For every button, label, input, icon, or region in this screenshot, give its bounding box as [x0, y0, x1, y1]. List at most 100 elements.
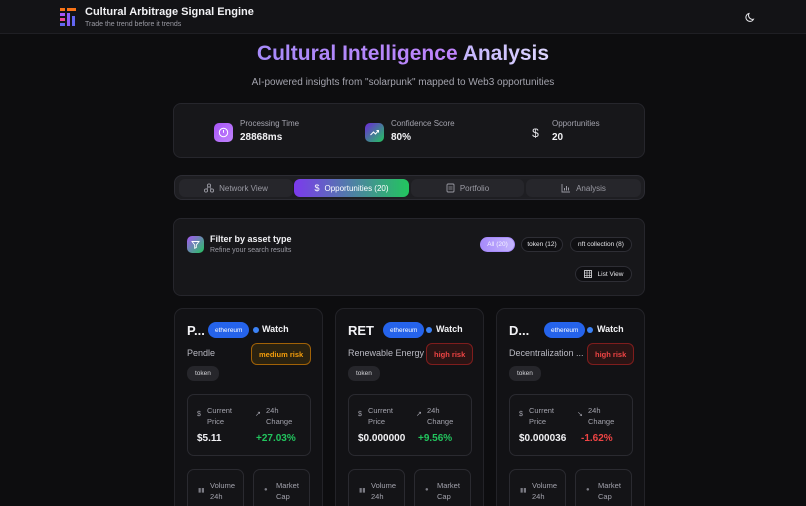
page-title: Cultural Intelligence Analysis: [0, 42, 806, 66]
trending-up-icon: [365, 123, 384, 142]
network-icon: [204, 183, 215, 193]
risk-badge: high risk: [587, 343, 635, 365]
market-cap-label: Market Cap: [598, 481, 621, 501]
type-badge: token: [509, 366, 541, 381]
market-cap-icon: ●: [425, 487, 429, 493]
app-subtitle: Trade the trend before it trends: [85, 21, 182, 28]
watch-dot-icon: [253, 327, 259, 333]
chain-badge: ethereum: [544, 322, 586, 338]
stat-value: 80%: [391, 132, 412, 143]
trending-up-icon: ↗: [416, 411, 422, 418]
current-price-label: Current Price: [529, 406, 555, 426]
watch-button[interactable]: Watch: [262, 324, 289, 334]
market-cap-box: ● Market Cap: [253, 469, 310, 506]
app-title: Cultural Arbitrage Signal Engine: [85, 6, 254, 18]
market-cap-label: Market Cap: [437, 481, 460, 501]
risk-badge: high risk: [426, 343, 474, 365]
card-symbol: D...: [509, 323, 530, 338]
bar-chart-icon: [561, 184, 571, 193]
trending-up-icon: ↗: [255, 411, 261, 418]
volume-box: ▮▮ Volume 24h: [509, 469, 566, 506]
card-name: Renewable Energy ...: [348, 348, 435, 358]
tab-opportunities[interactable]: $ Opportunities (20): [294, 179, 409, 197]
market-cap-box: ● Market Cap: [414, 469, 471, 506]
stat-value: 20: [552, 132, 564, 143]
title-part-1: Cultural Intelligence: [256, 42, 458, 65]
current-price-label: Current Price: [207, 406, 233, 426]
title-part-2: Analysis: [462, 42, 550, 65]
tab-label: Opportunities (20): [324, 183, 389, 193]
filter-title: Filter by asset type: [210, 234, 292, 244]
tab-network-view[interactable]: Network View: [179, 179, 293, 197]
filter-icon: [187, 236, 204, 253]
volume-box: ▮▮ Volume 24h: [348, 469, 405, 506]
change-value: +27.03%: [256, 433, 296, 444]
tab-label: Portfolio: [459, 183, 490, 193]
watch-button[interactable]: Watch: [436, 324, 463, 334]
opportunity-card[interactable]: D... ethereum Watch Decentralization ...…: [496, 308, 645, 506]
opportunity-card[interactable]: RET ethereum Watch Renewable Energy ... …: [335, 308, 484, 506]
volume-icon: ▮▮: [520, 488, 527, 494]
list-view-label: List View: [597, 270, 624, 278]
market-cap-box: ● Market Cap: [575, 469, 632, 506]
change-value: -1.62%: [581, 433, 613, 444]
card-name: Pendle: [187, 348, 216, 358]
top-bar: Cultural Arbitrage Signal Engine Trade t…: [0, 0, 806, 34]
dollar-icon: $: [314, 183, 320, 193]
watch-dot-icon: [426, 327, 432, 333]
type-badge: token: [348, 366, 380, 381]
filter-subtitle: Refine your search results: [210, 247, 292, 254]
stat-label: Confidence Score: [391, 119, 455, 128]
trending-down-icon: ↘: [577, 411, 583, 418]
dollar-icon: $: [197, 411, 201, 418]
change-value: +9.56%: [418, 433, 453, 444]
stat-label: Processing Time: [240, 119, 300, 128]
opportunity-card[interactable]: P... ethereum Watch Pendle medium risk t…: [174, 308, 323, 506]
volume-label: Volume 24h: [532, 481, 558, 501]
chain-badge: ethereum: [383, 322, 425, 338]
card-name: Decentralization ...: [509, 348, 584, 358]
filter-chip-nft-collection[interactable]: nft collection (8): [570, 237, 632, 252]
current-price: $5.11: [197, 433, 222, 444]
stat-label: Opportunities: [552, 119, 600, 128]
dollar-icon: $: [519, 411, 523, 418]
current-price: $0.000036: [519, 433, 567, 444]
dollar-icon: $: [532, 125, 539, 140]
card-symbol: RET: [348, 323, 374, 338]
price-box: $ Current Price ↘ 24h Change $0.000036 -1.…: [509, 394, 633, 456]
market-cap-icon: ●: [264, 487, 268, 493]
clock-icon: [214, 123, 233, 142]
watch-dot-icon: [587, 327, 593, 333]
filter-panel: Filter by asset type Refine your search …: [173, 218, 645, 296]
volume-box: ▮▮ Volume 24h: [187, 469, 244, 506]
volume-label: Volume 24h: [210, 481, 236, 501]
market-cap-label: Market Cap: [276, 481, 299, 501]
list-view-button[interactable]: List View: [575, 266, 632, 282]
price-box: $ Current Price ↗ 24h Change $5.11 +27.03%: [187, 394, 311, 456]
tab-label: Network View: [219, 183, 268, 193]
stat-value: 28868ms: [240, 132, 283, 143]
stats-panel: Processing Time 28868ms Confidence Score…: [173, 103, 645, 158]
change-label: 24h Change: [266, 406, 293, 426]
chain-badge: ethereum: [208, 322, 250, 338]
clipboard-icon: [446, 183, 455, 193]
volume-icon: ▮▮: [359, 488, 366, 494]
watch-button[interactable]: Watch: [597, 324, 624, 334]
tab-analysis[interactable]: Analysis: [526, 179, 641, 197]
dollar-icon: $: [358, 411, 362, 418]
market-cap-icon: ●: [586, 487, 590, 493]
tab-portfolio[interactable]: Portfolio: [411, 179, 524, 197]
view-tabs: Network View $ Opportunities (20) Portfo…: [174, 175, 645, 200]
change-label: 24h Change: [427, 406, 454, 426]
filter-chip-token[interactable]: token (12): [521, 237, 563, 252]
current-price-label: Current Price: [368, 406, 394, 426]
volume-icon: ▮▮: [198, 488, 205, 494]
risk-badge: medium risk: [251, 343, 312, 365]
filter-chip-all[interactable]: All (20): [480, 237, 515, 252]
stacked-bars-logo-icon: [60, 8, 76, 26]
change-label: 24h Change: [588, 406, 615, 426]
type-badge: token: [187, 366, 219, 381]
price-box: $ Current Price ↗ 24h Change $0.000000 +9.…: [348, 394, 472, 456]
tab-label: Analysis: [576, 183, 606, 193]
moon-icon[interactable]: [745, 11, 757, 23]
